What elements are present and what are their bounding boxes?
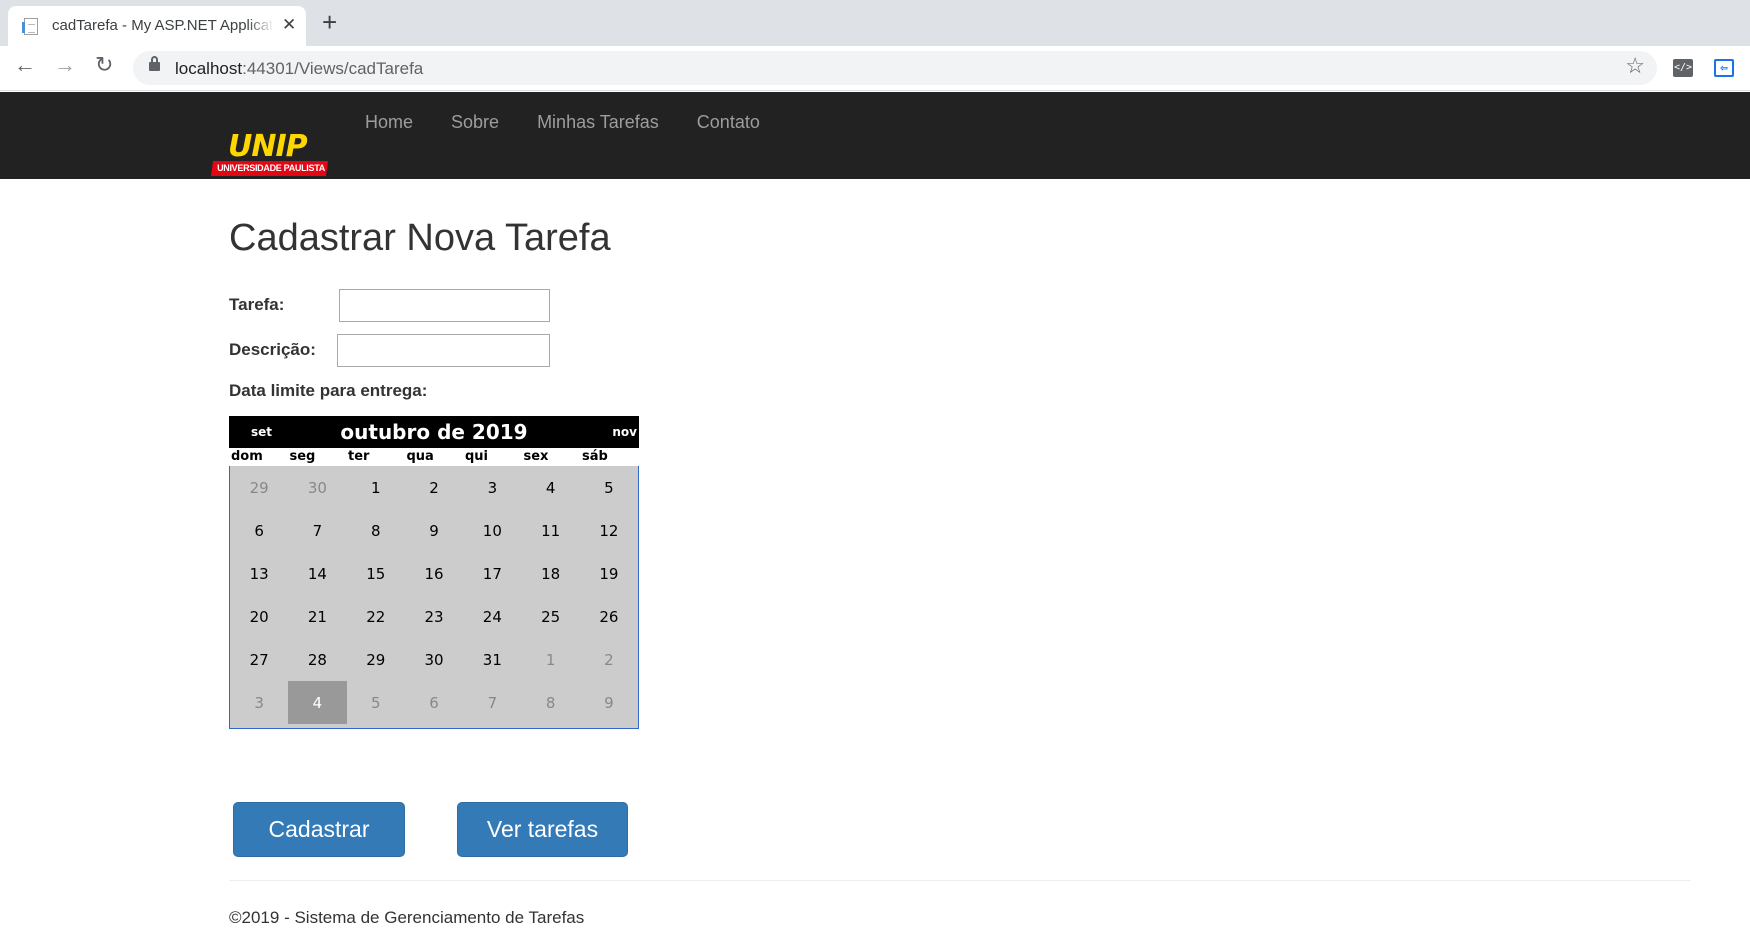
calendar-day[interactable]: 16 <box>405 552 463 595</box>
nav-sobre[interactable]: Sobre <box>432 92 518 152</box>
browser-tab[interactable]: cadTarefa - My ASP.NET Application ✕ <box>8 6 306 46</box>
calendar-day[interactable]: 18 <box>521 552 579 595</box>
descricao-input[interactable] <box>337 334 550 367</box>
calendar: set outubro de 2019 nov dom seg ter qua … <box>229 416 639 729</box>
calendar-day[interactable]: 3 <box>230 681 288 724</box>
calendar-day[interactable]: 8 <box>347 509 405 552</box>
calendar-header: set outubro de 2019 nov <box>229 416 639 448</box>
weekday-qui: qui <box>465 449 489 464</box>
calendar-day[interactable]: 3 <box>463 466 521 509</box>
back-arrow-icon[interactable]: ← <box>14 54 36 76</box>
tarefa-label: Tarefa: <box>229 295 285 314</box>
nav-home[interactable]: Home <box>346 92 432 152</box>
logo-subtitle: UNIVERSIDADE PAULISTA <box>217 163 325 173</box>
calendar-day[interactable]: 6 <box>230 509 288 552</box>
tarefa-input[interactable] <box>339 289 550 322</box>
weekday-sab: sáb <box>582 449 608 464</box>
footer-copyright: ©2019 - Sistema de Gerenciamento de Tare… <box>229 908 585 927</box>
lock-icon <box>149 56 160 71</box>
calendar-day[interactable]: 19 <box>580 552 638 595</box>
close-tab-icon[interactable]: ✕ <box>282 16 296 33</box>
nav-minhas-tarefas[interactable]: Minhas Tarefas <box>518 92 678 152</box>
calendar-day[interactable]: 9 <box>580 681 638 724</box>
calendar-day[interactable]: 23 <box>405 595 463 638</box>
page-favicon-icon <box>22 18 38 35</box>
calendar-day[interactable]: 13 <box>230 552 288 595</box>
calendar-day[interactable]: 7 <box>288 509 346 552</box>
calendar-day[interactable]: 27 <box>230 638 288 681</box>
forward-arrow-icon[interactable]: → <box>54 54 76 76</box>
calendar-day[interactable]: 12 <box>580 509 638 552</box>
calendar-day[interactable]: 11 <box>521 509 579 552</box>
calendar-weekday-row: dom seg ter qua qui sex sáb <box>229 448 639 466</box>
weekday-ter: ter <box>348 449 370 464</box>
calendar-day[interactable]: 1 <box>521 638 579 681</box>
data-limite-label: Data limite para entrega: <box>229 381 428 400</box>
calendar-day[interactable]: 29 <box>230 466 288 509</box>
logo-wordmark: UNIP <box>228 129 308 164</box>
calendar-day[interactable]: 6 <box>405 681 463 724</box>
calendar-next-month-link[interactable]: nov <box>612 425 637 439</box>
calendar-day[interactable]: 20 <box>230 595 288 638</box>
new-tab-icon[interactable]: + <box>322 9 337 35</box>
calendar-day[interactable]: 2 <box>405 466 463 509</box>
calendar-prev-month-link[interactable]: set <box>251 425 272 439</box>
nav-links: Home Sobre Minhas Tarefas Contato <box>346 92 779 152</box>
calendar-day[interactable]: 1 <box>347 466 405 509</box>
descricao-label: Descrição: <box>229 340 316 359</box>
nav-contato[interactable]: Contato <box>678 92 779 152</box>
calendar-day[interactable]: 30 <box>288 466 346 509</box>
browser-toolbar: ← → ↻ localhost:44301/Views/cadTarefa ☆ … <box>0 46 1750 91</box>
calendar-day[interactable]: 22 <box>347 595 405 638</box>
ver-tarefas-button[interactable]: Ver tarefas <box>457 802 628 857</box>
calendar-month-title: outubro de 2019 <box>340 420 528 444</box>
devtools-extension-icon[interactable]: </> <box>1673 59 1693 77</box>
reload-icon[interactable]: ↻ <box>95 54 113 76</box>
calendar-day[interactable]: 24 <box>463 595 521 638</box>
footer-divider <box>229 880 1691 881</box>
calendar-day[interactable]: 10 <box>463 509 521 552</box>
calendar-day-grid: 29 30 1 2 3 4 5 6 7 8 9 10 11 12 13 14 15 16 17 18 19 20 21 22 2… <box>230 466 638 724</box>
tab-title: cadTarefa - My ASP.NET Application <box>52 17 274 34</box>
url-path: :44301/Views/cadTarefa <box>242 59 424 78</box>
calendar-day[interactable]: 4 <box>521 466 579 509</box>
bookmark-star-icon[interactable]: ☆ <box>1625 55 1645 77</box>
calendar-day[interactable]: 5 <box>580 466 638 509</box>
calendar-day[interactable]: 9 <box>405 509 463 552</box>
site-navbar: UNIP UNIVERSIDADE PAULISTA Home Sobre Mi… <box>0 92 1750 179</box>
weekday-dom: dom <box>231 449 263 464</box>
calendar-day[interactable]: 14 <box>288 552 346 595</box>
calendar-day[interactable]: 30 <box>405 638 463 681</box>
calendar-day[interactable]: 31 <box>463 638 521 681</box>
extension-icon[interactable]: ⇦ <box>1714 59 1734 77</box>
calendar-day[interactable]: 17 <box>463 552 521 595</box>
weekday-sex: sex <box>523 449 549 464</box>
browser-tabstrip: cadTarefa - My ASP.NET Application ✕ + <box>0 0 1750 46</box>
url-text[interactable]: localhost:44301/Views/cadTarefa <box>175 59 423 79</box>
url-host: localhost <box>175 59 243 78</box>
calendar-day[interactable]: 26 <box>580 595 638 638</box>
weekday-qua: qua <box>406 449 434 464</box>
calendar-day[interactable]: 8 <box>521 681 579 724</box>
calendar-day[interactable]: 15 <box>347 552 405 595</box>
cadastrar-button[interactable]: Cadastrar <box>233 802 405 857</box>
calendar-day[interactable]: 25 <box>521 595 579 638</box>
calendar-day-selected[interactable]: 4 <box>288 681 347 724</box>
calendar-day[interactable]: 21 <box>288 595 346 638</box>
unip-logo[interactable]: UNIP UNIVERSIDADE PAULISTA <box>210 129 329 178</box>
page-title: Cadastrar Nova Tarefa <box>229 217 611 259</box>
calendar-day[interactable]: 29 <box>347 638 405 681</box>
calendar-day[interactable]: 7 <box>463 681 521 724</box>
weekday-seg: seg <box>289 449 316 464</box>
calendar-day[interactable]: 2 <box>580 638 638 681</box>
calendar-day[interactable]: 5 <box>347 681 405 724</box>
calendar-day[interactable]: 28 <box>288 638 346 681</box>
address-bar[interactable]: localhost:44301/Views/cadTarefa ☆ <box>133 51 1657 85</box>
